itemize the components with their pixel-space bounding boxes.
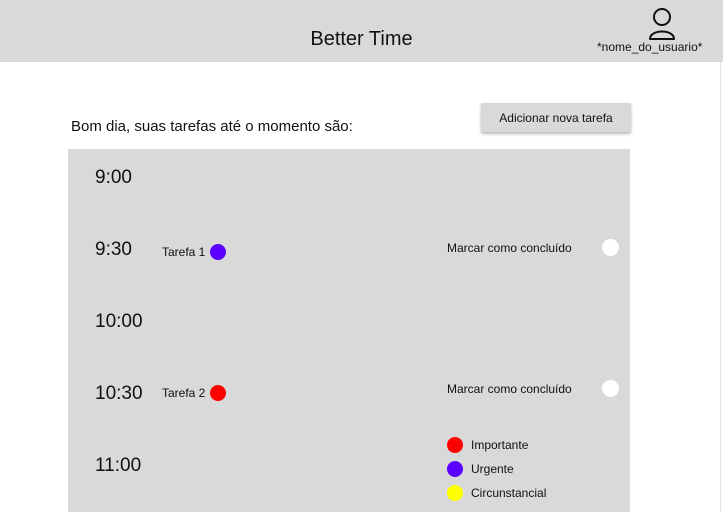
user-icon[interactable] [648,7,676,40]
legend-label: Importante [471,438,529,452]
legend-label: Urgente [471,462,514,476]
legend-label: Circunstancial [471,486,547,500]
legend-item-circumstantial: Circunstancial [447,485,546,501]
task-name: Tarefa 1 [162,245,206,259]
page-border [720,62,721,512]
legend-dot [447,485,463,501]
legend-dot [447,437,463,453]
time-slot-label: 9:30 [95,239,132,260]
mark-complete-label: Marcar como concluído [447,241,572,255]
mark-complete-label: Marcar como concluído [447,382,572,396]
add-task-button[interactable]: Adicionar nova tarefa [481,103,631,132]
time-slot-label: 9:00 [95,167,132,188]
task-priority-dot [210,385,227,401]
mark-complete-radio[interactable] [602,239,619,256]
task-item[interactable]: Tarefa 2 [162,385,227,401]
legend-item-important: Importante [447,437,528,453]
time-slot-label: 10:30 [95,383,143,404]
legend-item-urgent: Urgente [447,461,514,477]
top-bar: Better Time *nome_do_usuario* [0,0,723,62]
legend-dot [447,461,463,477]
task-name: Tarefa 2 [162,386,206,400]
username[interactable]: *nome_do_usuario* [597,40,702,54]
time-slot-label: 11:00 [95,455,142,476]
time-slot-label: 10:00 [95,311,143,332]
task-priority-dot [210,244,227,260]
task-item[interactable]: Tarefa 1 [162,244,227,260]
schedule-panel: 9:00 9:30 Tarefa 1 Marcar como concluído… [68,149,630,512]
greeting-text: Bom dia, suas tarefas até o momento são: [71,118,353,135]
mark-complete-radio[interactable] [602,380,619,397]
